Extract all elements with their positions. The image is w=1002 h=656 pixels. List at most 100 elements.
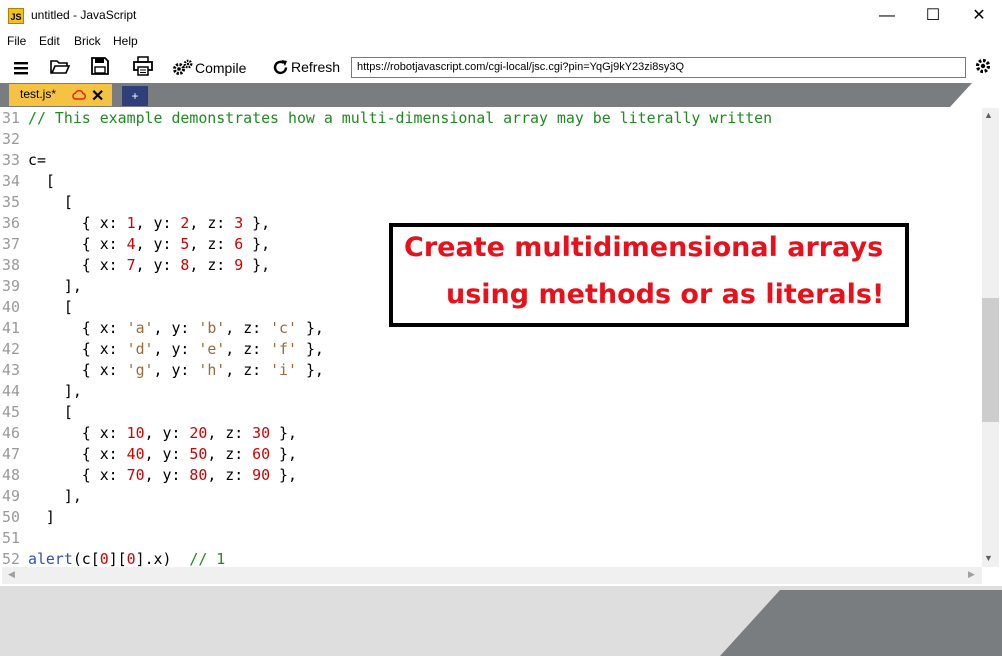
code-token: 30 [252,424,271,442]
code-line[interactable]: 50 ] [2,507,982,528]
line-number: 42 [2,340,20,358]
tab-label[interactable]: test.js* [20,87,56,101]
code-token: // 1 [189,550,226,567]
code-line[interactable]: 44 ], [2,381,982,402]
code-token: // This example demonstrates how a multi… [28,109,773,127]
code-line[interactable]: 32 [2,129,982,150]
horizontal-scrollbar[interactable] [2,567,982,584]
code-line[interactable]: 47 { x: 40, y: 50, z: 60 }, [2,444,982,465]
gears-icon [173,59,193,75]
open-folder-icon[interactable] [50,57,70,77]
code-token: ] [28,508,55,526]
line-number: 34 [2,172,20,190]
refresh-icon [273,60,288,75]
code-token: 50 [189,445,208,463]
code-token: 9 [234,256,244,274]
code-token: , y: [144,445,190,463]
close-button[interactable]: ✕ [956,0,1002,31]
code-token: 'i' [270,361,297,379]
maximize-button[interactable]: ☐ [910,0,956,31]
cloud-icon [72,90,86,100]
code-token: 'b' [198,319,226,337]
code-token: 40 [126,445,145,463]
code-token: 'g' [126,361,154,379]
line-number: 50 [2,508,20,526]
code-token: c= [28,151,46,169]
callout-line-1: Create multidimensional arrays [404,232,884,263]
code-token: 6 [234,235,244,253]
code-line[interactable]: 31 // This example demonstrates how a mul… [2,108,982,129]
code-line[interactable]: 45 [ [2,402,982,423]
menu-file[interactable]: File [7,34,26,48]
menu-brick[interactable]: Brick [74,34,101,48]
code-token: 'e' [198,340,226,358]
code-token: , y: [144,424,190,442]
code-line[interactable]: 34 [ [2,171,982,192]
add-tab-button[interactable]: + [122,86,148,106]
scroll-left-arrow-icon[interactable]: ◀ [8,569,15,580]
code-token: , y: [135,214,181,232]
code-token: , z: [207,424,253,442]
code-token: { x: [28,445,127,463]
code-token: }, [297,319,324,337]
scroll-right-arrow-icon[interactable]: ▶ [968,569,975,580]
code-token: }, [297,340,324,358]
code-token: (c[ [72,550,100,567]
line-number: 48 [2,466,20,484]
code-token: ], [28,277,82,295]
save-disk-icon[interactable] [90,56,110,76]
scroll-up-arrow-icon[interactable]: ▲ [984,110,993,120]
code-line[interactable]: 33 c= [2,150,982,171]
tab-close-icon[interactable]: ✕ [91,86,104,106]
line-number: 46 [2,424,20,442]
line-number: 37 [2,235,20,253]
code-token: , z: [207,466,253,484]
code-token: ].x) [135,550,190,567]
line-number: 33 [2,151,20,169]
menu-help[interactable]: Help [113,34,138,48]
print-icon[interactable] [133,56,153,76]
code-token: }, [270,424,297,442]
vertical-scrollbar-thumb[interactable] [982,298,999,422]
window-title: untitled - JavaScript [31,8,137,22]
code-token: 10 [126,424,145,442]
refresh-button[interactable]: Refresh [291,59,340,75]
menu-edit[interactable]: Edit [39,34,60,48]
code-line[interactable]: 51 [2,528,982,549]
code-token: , y: [153,340,199,358]
code-line[interactable]: 48 { x: 70, y: 80, z: 90 }, [2,465,982,486]
code-token: , z: [189,214,235,232]
code-token: 'a' [126,319,154,337]
code-token: 7 [126,256,136,274]
compile-button[interactable]: Compile [195,60,246,76]
line-number: 52 [2,550,20,567]
app-icon: JS [8,8,24,24]
code-line[interactable]: 43 { x: 'g', y: 'h', z: 'i' }, [2,360,982,381]
code-token: , y: [153,361,199,379]
settings-gear-icon[interactable] [974,57,992,75]
line-number: 47 [2,445,20,463]
code-line[interactable]: 52 alert(c[0][0].x) // 1 [2,549,982,567]
code-line[interactable]: 42 { x: 'd', y: 'e', z: 'f' }, [2,339,982,360]
code-token: ], [28,382,82,400]
line-number: 39 [2,277,20,295]
code-token: 0 [126,550,136,567]
scroll-down-arrow-icon[interactable]: ▼ [984,553,993,563]
code-line[interactable]: 46 { x: 10, y: 20, z: 30 }, [2,423,982,444]
code-content[interactable]: 31// This example demonstrates how a mul… [2,108,982,567]
code-token: , z: [225,361,271,379]
code-editor[interactable]: 31// This example demonstrates how a mul… [2,108,982,567]
code-token: { x: [28,319,127,337]
line-number: 51 [2,529,20,547]
code-line[interactable]: 35 [ [2,192,982,213]
code-token: 'f' [270,340,297,358]
url-field[interactable]: https://robotjavascript.com/cgi-local/js… [351,57,966,78]
line-number: 35 [2,193,20,211]
code-line[interactable]: 49 ], [2,486,982,507]
code-token: 4 [126,235,136,253]
code-token: 70 [126,466,145,484]
minimize-button[interactable]: — [864,0,910,31]
code-token: 0 [99,550,109,567]
hamburger-menu-icon[interactable] [11,58,31,78]
code-token: { x: [28,235,127,253]
